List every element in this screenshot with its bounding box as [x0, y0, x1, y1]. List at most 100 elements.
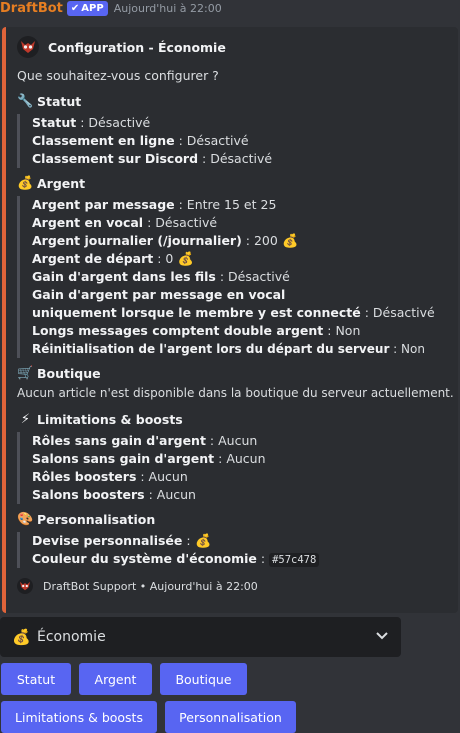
boutique-button[interactable]: Boutique — [160, 663, 247, 695]
section-title-argent: 💰 Argent — [17, 176, 85, 191]
argent-line-value: : 0 — [153, 251, 174, 266]
argent-line: Gain d'argent par message en vocal — [32, 286, 435, 304]
argent-line-label: Gain d'argent dans les fils — [32, 269, 216, 284]
limitations-block: Rôles sans gain d'argent : Aucun Salons … — [17, 432, 266, 504]
argent-line: Argent journalier (/journalier) : 200 💰 — [32, 232, 435, 250]
message-timestamp: Aujourd'hui à 22:00 — [113, 1, 222, 15]
app-badge-label: APP — [81, 2, 104, 14]
limitations-line-value: : Aucun — [214, 451, 266, 466]
limitations-line-label: Rôles sans gain d'argent — [32, 433, 206, 448]
statut-line-label: Statut — [32, 115, 77, 130]
statut-button[interactable]: Statut — [1, 663, 71, 695]
argent-line: Argent en vocal : Désactivé — [32, 214, 435, 232]
statut-line: Statut : Désactivé — [32, 114, 272, 132]
limitations-line: Salons boosters : Aucun — [32, 486, 266, 504]
limitations-line-value: : Aucun — [136, 469, 188, 484]
argent-line-label: Réinitialisation de l'argent lors du dép… — [32, 342, 390, 356]
limitations-line: Salons sans gain d'argent : Aucun — [32, 450, 266, 468]
bot-name[interactable]: DraftBot — [0, 1, 63, 16]
personnalisation-line: Couleur du système d'économie : #57c478 — [32, 550, 320, 568]
money-bag-icon: 💰 — [282, 234, 299, 249]
money-bag-icon: 💰 — [17, 176, 34, 191]
argent-block: Argent par message : Entre 15 et 25 Arge… — [17, 196, 435, 358]
embed-card: Configuration - Économie Que souhaitez-v… — [2, 27, 458, 613]
lightning-icon: ⚡ — [20, 412, 31, 427]
money-bag-icon: 💰 — [177, 252, 194, 267]
argent-line: Argent de départ : 0 💰 — [32, 250, 435, 268]
money-bag-icon: 💰 — [194, 534, 212, 549]
section-title-boutique-label: Boutique — [37, 366, 101, 381]
section-title-boutique: 🛒 Boutique — [17, 366, 101, 381]
check-icon: ✔ — [70, 2, 80, 14]
argent-line: Gain d'argent dans les fils : Désactivé — [32, 268, 435, 286]
message-header: DraftBot ✔ APP Aujourd'hui à 22:00 — [0, 0, 222, 16]
limitations-line: Rôles sans gain d'argent : Aucun — [32, 432, 266, 450]
section-title-statut: 🔧 Statut — [17, 94, 81, 109]
couleur-label: Couleur du système d'économie — [32, 551, 257, 566]
embed-footer-text: DraftBot Support • Aujourd'hui à 22:00 — [43, 579, 258, 593]
section-title-personnalisation: 🎨 Personnalisation — [17, 512, 155, 527]
argent-line-label: Argent par message — [32, 197, 175, 212]
limitations-line: Rôles boosters : Aucun — [32, 468, 266, 486]
limitations-button[interactable]: Limitations & boosts — [1, 701, 157, 733]
argent-line: Longs messages comptent double argent : … — [32, 322, 435, 340]
argent-line-value: : Désactivé — [215, 269, 290, 284]
money-bag-icon: 💰 — [12, 628, 31, 646]
argent-line-value: : 200 — [241, 233, 278, 248]
section-title-limitations: ⚡ Limitations & boosts — [17, 412, 183, 427]
section-title-statut-label: Statut — [37, 94, 82, 109]
statut-line-label: Classement en ligne — [32, 133, 175, 148]
chevron-down-icon — [375, 628, 389, 646]
section-title-argent-label: Argent — [37, 176, 86, 191]
category-select[interactable]: 💰 Économie — [0, 617, 401, 657]
owl-avatar-icon — [17, 36, 39, 58]
limitations-line-label: Salons sans gain d'argent — [32, 451, 215, 466]
couleur-code: #57c478 — [269, 553, 320, 567]
shopping-cart-icon: 🛒 — [17, 366, 34, 381]
app-badge: ✔ APP — [66, 0, 108, 16]
statut-line-value: : Désactivé — [198, 151, 273, 166]
argent-line-label: Argent de départ — [32, 251, 154, 266]
statut-line-value: : Désactivé — [174, 133, 249, 148]
argent-line-value: : Non — [389, 342, 425, 356]
argent-line-value: : Entre 15 et 25 — [174, 197, 277, 212]
devise-label: Devise personnalisée — [32, 533, 183, 548]
limitations-line-label: Salons boosters — [32, 487, 145, 502]
argent-button[interactable]: Argent — [79, 663, 152, 695]
boutique-text: Aucun article n'est disponible dans la b… — [17, 386, 454, 400]
owl-avatar-icon — [17, 578, 33, 594]
argent-line-label: Gain d'argent par message en vocal — [32, 287, 286, 302]
personnalisation-line: Devise personnalisée : 💰 — [32, 532, 319, 550]
section-title-limitations-label: Limitations & boosts — [37, 412, 183, 427]
argent-line-value: : Désactivé — [143, 215, 218, 230]
personnalisation-block: Devise personnalisée : 💰 Couleur du syst… — [17, 532, 320, 568]
devise-sep: : — [182, 533, 195, 548]
wrench-icon: 🔧 — [17, 94, 34, 109]
limitations-line-label: Rôles boosters — [32, 469, 137, 484]
category-select-label: Économie — [37, 629, 106, 645]
argent-line-label: Argent en vocal — [32, 215, 144, 230]
argent-line: Argent par message : Entre 15 et 25 — [32, 196, 435, 214]
argent-line-label: Argent journalier (/journalier) — [32, 233, 242, 248]
limitations-line-value: : Aucun — [144, 487, 196, 502]
statut-block: Statut : Désactivé Classement en ligne :… — [17, 114, 272, 168]
argent-line-value: : Non — [323, 323, 361, 338]
argent-line-label: Longs messages comptent double argent — [32, 323, 324, 338]
couleur-sep: : — [256, 551, 270, 566]
statut-line: Classement sur Discord : Désactivé — [32, 150, 272, 168]
limitations-line-value: : Aucun — [205, 433, 258, 448]
argent-line: Réinitialisation de l'argent lors du dép… — [32, 340, 435, 358]
section-title-personnalisation-label: Personnalisation — [37, 512, 156, 527]
argent-line-value: : Désactivé — [360, 305, 435, 320]
palette-icon: 🎨 — [17, 512, 34, 527]
embed-author: Configuration - Économie — [17, 36, 226, 58]
statut-line: Classement en ligne : Désactivé — [32, 132, 272, 150]
personnalisation-button[interactable]: Personnalisation — [165, 701, 296, 733]
embed-description: Que souhaitez-vous configurer ? — [17, 68, 219, 83]
embed-footer: DraftBot Support • Aujourd'hui à 22:00 — [17, 578, 258, 594]
statut-line-label: Classement sur Discord — [32, 151, 199, 166]
statut-line-value: : Désactivé — [76, 115, 151, 130]
argent-line: uniquement lorsque le membre y est conne… — [32, 304, 435, 322]
argent-line-label: uniquement lorsque le membre y est conne… — [32, 305, 361, 320]
embed-author-name: Configuration - Économie — [48, 39, 226, 55]
